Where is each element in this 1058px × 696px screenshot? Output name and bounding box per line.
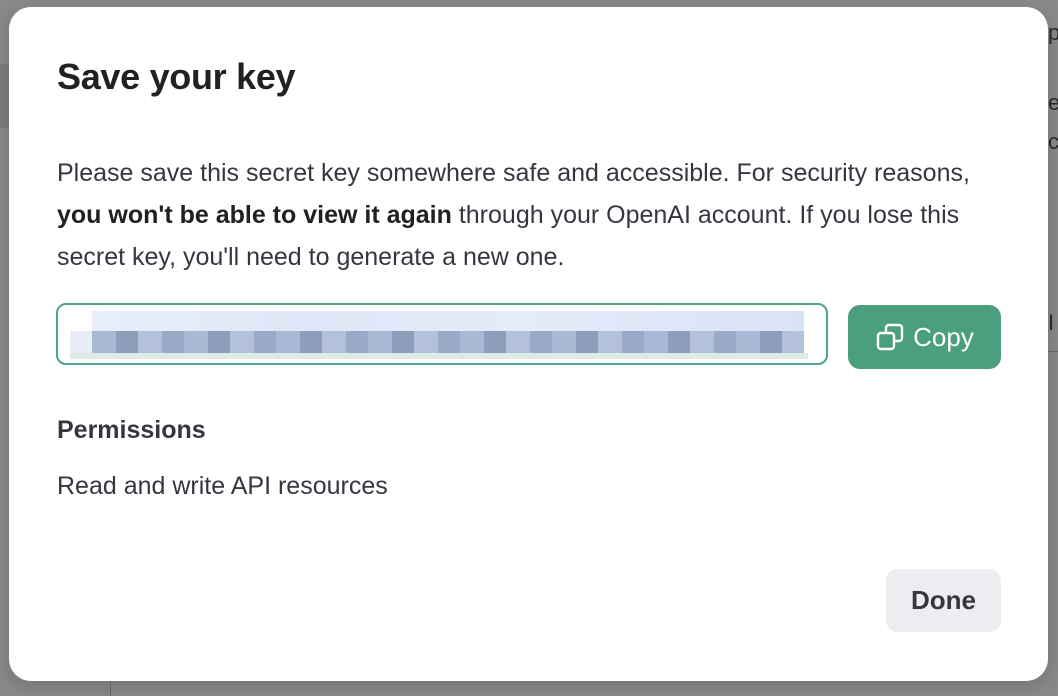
backdrop-text-fragment: I: [1048, 312, 1055, 334]
dialog-title: Save your key: [57, 56, 296, 97]
redacted-key-value: [70, 311, 810, 359]
permissions-heading: Permissions: [57, 416, 206, 444]
copy-button-label: Copy: [913, 321, 974, 352]
backdrop-divider-horizontal: [1048, 351, 1058, 352]
copy-button[interactable]: Copy: [848, 305, 1001, 369]
permissions-value: Read and write API resources: [57, 472, 388, 500]
dialog-description: Please save this secret key somewhere sa…: [57, 152, 997, 278]
save-key-dialog: Save your key Please save this secret ke…: [9, 7, 1048, 681]
copy-icon: [876, 323, 904, 351]
description-emphasis: you won't be able to view it again: [57, 201, 452, 229]
backdrop-divider-vertical: [110, 680, 111, 696]
description-text: Please save this secret key somewhere sa…: [57, 159, 970, 187]
backdrop-text-fragment: p: [1048, 22, 1058, 44]
done-button[interactable]: Done: [886, 569, 1001, 632]
backdrop-text-fragment: c: [1048, 131, 1058, 153]
backdrop-text-fragment: e: [1048, 92, 1058, 114]
secret-key-input[interactable]: [56, 303, 828, 365]
